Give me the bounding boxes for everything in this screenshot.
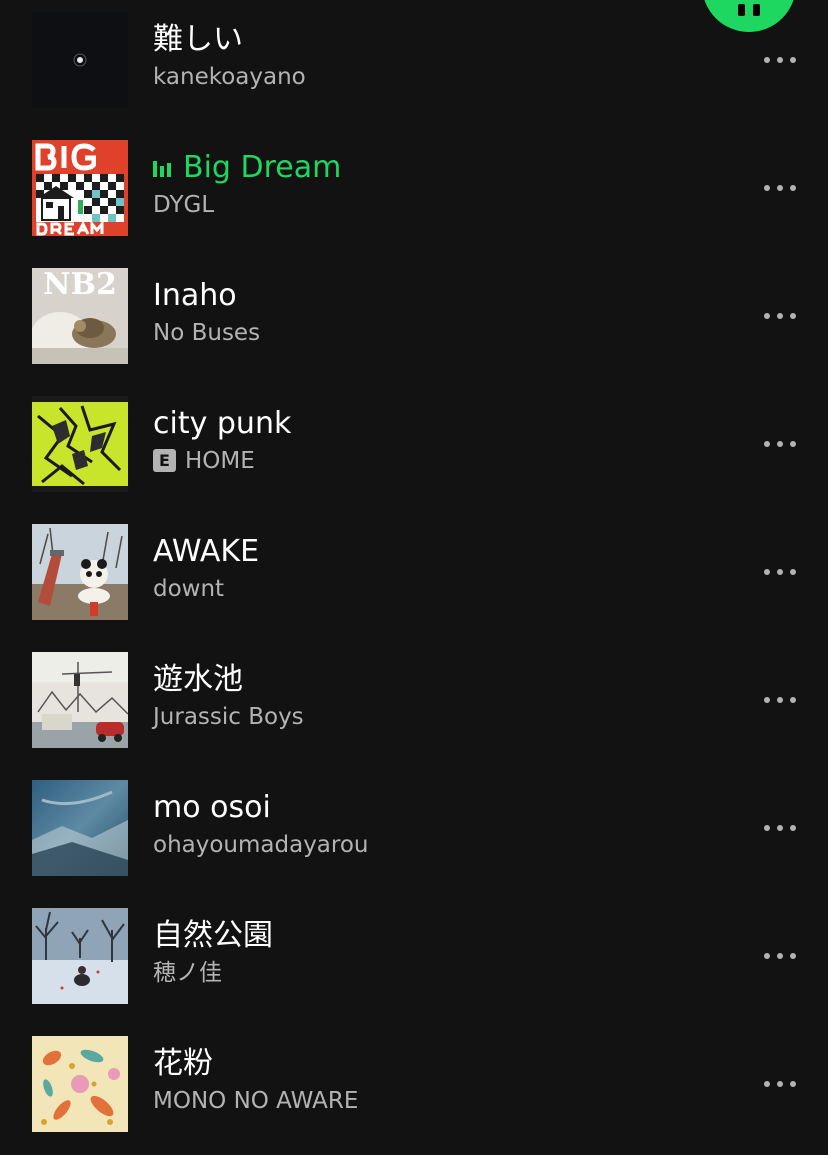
album-cover <box>32 140 128 236</box>
cover-text: NB2 <box>43 268 117 302</box>
track-artist: No Buses <box>153 320 261 346</box>
more-options-icon[interactable] <box>762 557 802 587</box>
more-options-icon[interactable] <box>762 685 802 715</box>
pause-icon <box>738 4 760 16</box>
album-cover <box>32 1036 128 1132</box>
track-artist: ohayoumadayarou <box>153 832 369 858</box>
track-row[interactable]: 自然公園 穂ノ佳 <box>0 896 828 1024</box>
track-title: AWAKE <box>153 534 260 569</box>
album-cover <box>32 396 128 492</box>
track-artist: MONO NO AWARE <box>153 1088 359 1114</box>
track-row[interactable]: mo osoi ohayoumadayarou <box>0 768 828 896</box>
album-cover <box>32 908 128 1004</box>
track-artist: DYGL <box>153 192 215 218</box>
track-title-text: Big Dream <box>183 150 342 185</box>
track-title: 遊水池 <box>153 662 243 697</box>
album-cover <box>32 524 128 620</box>
track-row[interactable]: city punk E HOME <box>0 384 828 512</box>
now-playing-equalizer-icon <box>153 159 173 177</box>
more-options-icon[interactable] <box>762 45 802 75</box>
track-title: 花粉 <box>153 1046 213 1081</box>
more-options-icon[interactable] <box>762 1069 802 1099</box>
album-cover <box>32 12 128 108</box>
more-options-icon[interactable] <box>762 301 802 331</box>
album-cover: NB2 <box>32 268 128 364</box>
more-options-icon[interactable] <box>762 941 802 971</box>
more-options-icon[interactable] <box>762 813 802 843</box>
track-artist: Jurassic Boys <box>153 704 304 730</box>
track-title: city punk <box>153 406 292 441</box>
track-row[interactable]: NB2 Inaho No Buses <box>0 256 828 384</box>
more-options-icon[interactable] <box>762 429 802 459</box>
track-row[interactable]: 花粉 MONO NO AWARE <box>0 1024 828 1152</box>
track-artist: kanekoayano <box>153 64 306 90</box>
track-title: 自然公園 <box>153 918 273 953</box>
album-cover <box>32 652 128 748</box>
more-options-icon[interactable] <box>762 173 802 203</box>
track-title: 難しい <box>153 22 243 57</box>
album-cover <box>32 780 128 876</box>
track-artist: downt <box>153 576 225 602</box>
track-row[interactable]: 難しい kanekoayano <box>0 0 828 128</box>
track-artist-text: HOME <box>185 448 255 474</box>
track-title: Big Dream <box>153 150 341 186</box>
explicit-badge: E <box>153 449 176 472</box>
track-row[interactable]: 遊水池 Jurassic Boys <box>0 640 828 768</box>
track-artist: 穂ノ佳 <box>153 960 222 986</box>
track-row[interactable]: AWAKE downt <box>0 512 828 640</box>
track-title: mo osoi <box>153 790 271 825</box>
track-row[interactable]: Big Dream DYGL <box>0 128 828 256</box>
track-artist: E HOME <box>153 447 255 475</box>
track-title: Inaho <box>153 278 237 313</box>
